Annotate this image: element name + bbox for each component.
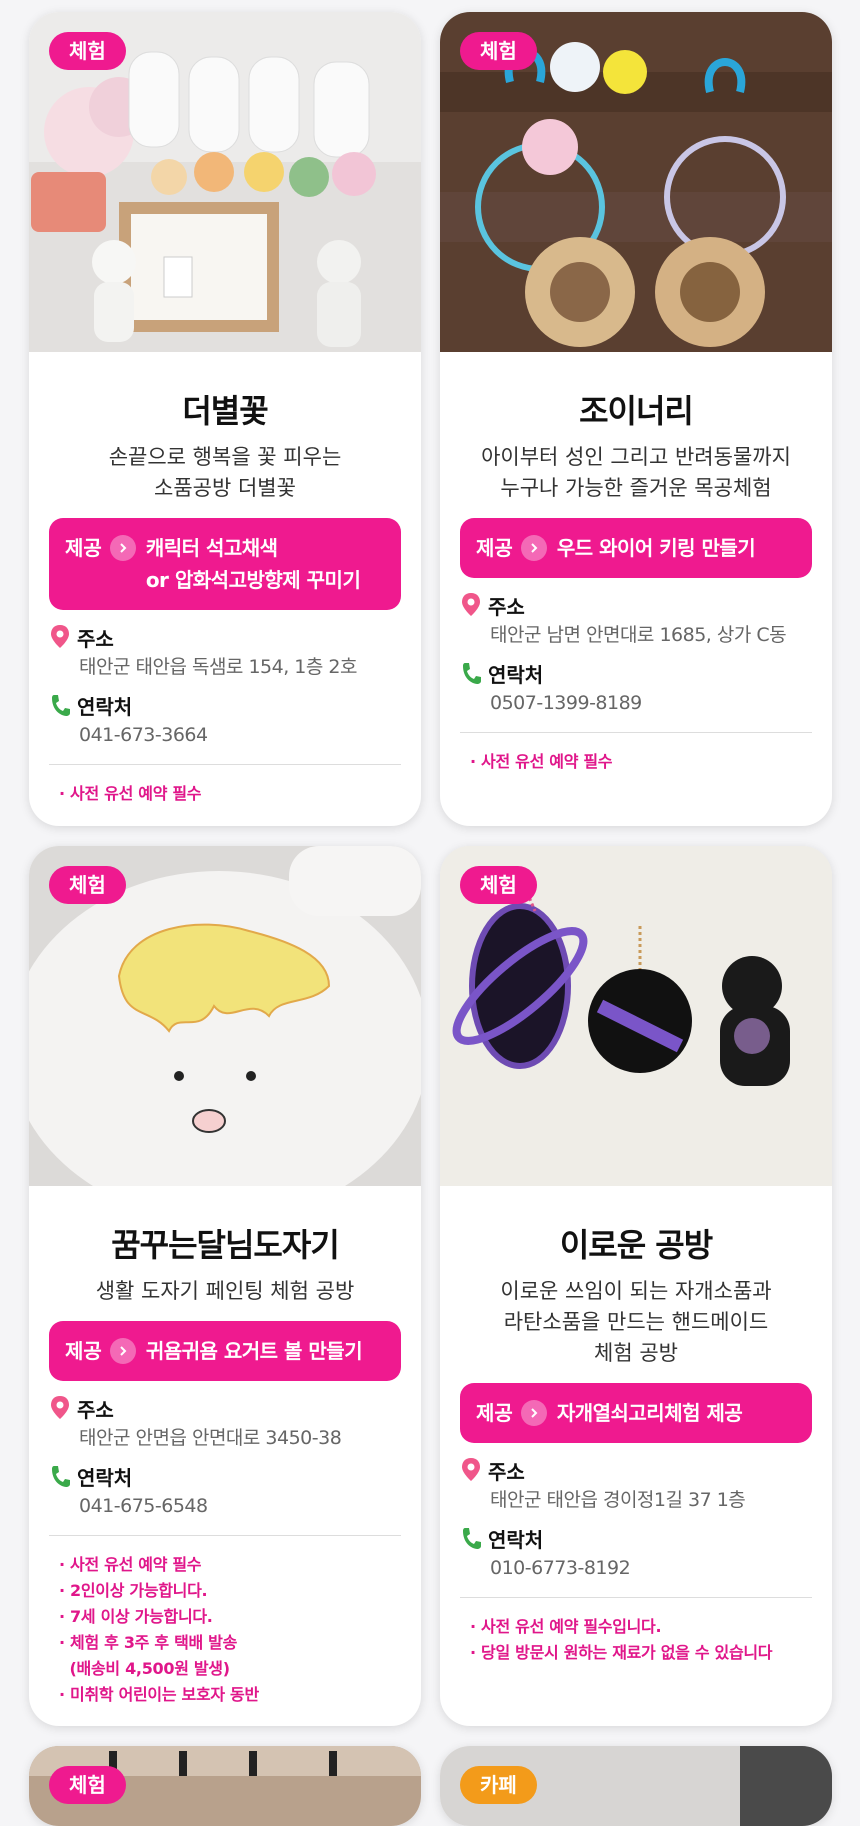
category-badge: 체험 <box>49 866 126 904</box>
card-dreaming-moon-pottery[interactable]: 체험 꿈꾸는달님도자기 생활 도자기 페인팅 체험 공방 제공 귀욤귀욤 요거트… <box>29 846 421 1726</box>
card-iroun-gongbang[interactable]: 체험 이로운 공방 이로운 쓰임이 되는 자개소품과 라탄소품을 만드는 핸드메이… <box>440 846 832 1726</box>
location-pin-icon <box>51 1396 69 1419</box>
divider <box>49 764 401 765</box>
contact-label: 연락처 <box>77 1465 133 1490</box>
divider <box>49 1535 401 1536</box>
card-photo: 카페 <box>440 1746 832 1826</box>
category-badge: 카페 <box>460 1766 537 1804</box>
notes: · 사전 유선 예약 필수입니다. · 당일 방문시 원하는 재료가 없을 수 … <box>470 1617 773 1662</box>
contact-label: 연락처 <box>488 662 544 687</box>
address-value: 태안군 안면읍 안면대로 3450-38 <box>79 1427 342 1449</box>
notes: · 사전 유선 예약 필수 <box>470 752 613 771</box>
shop-description: 아이부터 성인 그리고 반려동물까지 누구나 가능한 즐거운 목공체험 <box>481 445 791 500</box>
shop-description: 생활 도자기 페인팅 체험 공방 <box>95 1279 355 1303</box>
shop-title: 더별꽃 <box>182 392 268 430</box>
card-photo: 체험 <box>440 846 832 1186</box>
provide-text: 우드 와이어 키링 만들기 <box>556 536 756 560</box>
provide-box: 제공 우드 와이어 키링 만들기 <box>460 518 812 578</box>
notes: · 사전 유선 예약 필수 · 2인이상 가능합니다. · 7세 이상 가능합니… <box>59 1555 259 1704</box>
shop-title: 이로운 공방 <box>559 1226 713 1264</box>
provide-text: 자개열쇠고리체험 제공 <box>556 1401 743 1425</box>
chevron-right-icon <box>109 1338 136 1364</box>
phone-value[interactable]: 041-675-6548 <box>49 1491 401 1521</box>
notes: · 사전 유선 예약 필수 <box>59 784 202 803</box>
address-value: 태안군 남면 안면대로 1685, 상가 C동 <box>490 624 787 646</box>
provide-text: 귀욤귀욤 요거트 볼 만들기 <box>145 1339 363 1363</box>
location-pin-icon <box>462 593 480 616</box>
category-badge: 체험 <box>49 32 126 70</box>
address-value: 태안군 태안읍 경이정1길 37 1층 <box>490 1489 746 1511</box>
chevron-right-icon <box>109 535 136 561</box>
contact-label: 연락처 <box>488 1527 544 1552</box>
contact-label: 연락처 <box>77 694 133 719</box>
category-badge: 체험 <box>460 32 537 70</box>
location-pin-icon <box>462 1458 480 1481</box>
chevron-right-icon <box>520 535 547 561</box>
card-partial-left[interactable]: 체험 <box>29 1746 421 1826</box>
card-deobyeolkkot[interactable]: 체험 더별꽃 손끝으로 행복을 꽃 피우는 소품공방 더별꽃 제공 캐릭터 석고채… <box>29 12 421 826</box>
phone-icon <box>463 663 481 684</box>
card-photo: 체험 <box>29 1746 421 1826</box>
phone-value[interactable]: 010-6773-8192 <box>460 1553 812 1583</box>
shop-description: 이로운 쓰임이 되는 자개소품과 라탄소품을 만드는 핸드메이드 체험 공방 <box>500 1279 772 1365</box>
category-badge: 체험 <box>460 866 537 904</box>
address-label: 주소 <box>77 1397 114 1422</box>
provide-box: 제공 귀욤귀욤 요거트 볼 만들기 <box>49 1321 401 1381</box>
category-badge: 체험 <box>49 1766 126 1804</box>
card-partial-right[interactable]: 카페 <box>440 1746 832 1826</box>
phone-value[interactable]: 041-673-3664 <box>49 720 401 750</box>
card-photo: 체험 <box>29 846 421 1186</box>
experience-card-grid: 체험 더별꽃 손끝으로 행복을 꽃 피우는 소품공방 더별꽃 제공 캐릭터 석고채… <box>0 0 860 1826</box>
address-label: 주소 <box>488 1459 525 1484</box>
divider <box>460 1597 812 1598</box>
provide-text: 캐릭터 석고채색 or 압화석고방향제 꾸미기 <box>145 536 361 592</box>
provide-box: 제공 캐릭터 석고채색 or 압화석고방향제 꾸미기 <box>49 518 401 610</box>
chevron-right-icon <box>520 1400 547 1426</box>
phone-icon <box>52 695 70 716</box>
card-photo: 체험 <box>440 12 832 352</box>
provide-box: 제공 자개열쇠고리체험 제공 <box>460 1383 812 1443</box>
phone-icon <box>463 1528 481 1549</box>
shop-title: 조이너리 <box>579 392 694 430</box>
shop-title: 꿈꾸는달님도자기 <box>111 1226 340 1264</box>
divider <box>460 732 812 733</box>
address-label: 주소 <box>77 626 114 651</box>
shop-description: 손끝으로 행복을 꽃 피우는 소품공방 더별꽃 <box>108 445 342 500</box>
phone-value[interactable]: 0507-1399-8189 <box>460 688 812 718</box>
card-joinery[interactable]: 체험 조이너리 아이부터 성인 그리고 반려동물까지 누구나 가능한 즐거운 목공… <box>440 12 832 826</box>
card-photo: 체험 <box>29 12 421 352</box>
location-pin-icon <box>51 625 69 648</box>
address-label: 주소 <box>488 594 525 619</box>
address-value: 태안군 태안읍 독샘로 154, 1층 2호 <box>79 656 357 678</box>
phone-icon <box>52 1466 70 1487</box>
